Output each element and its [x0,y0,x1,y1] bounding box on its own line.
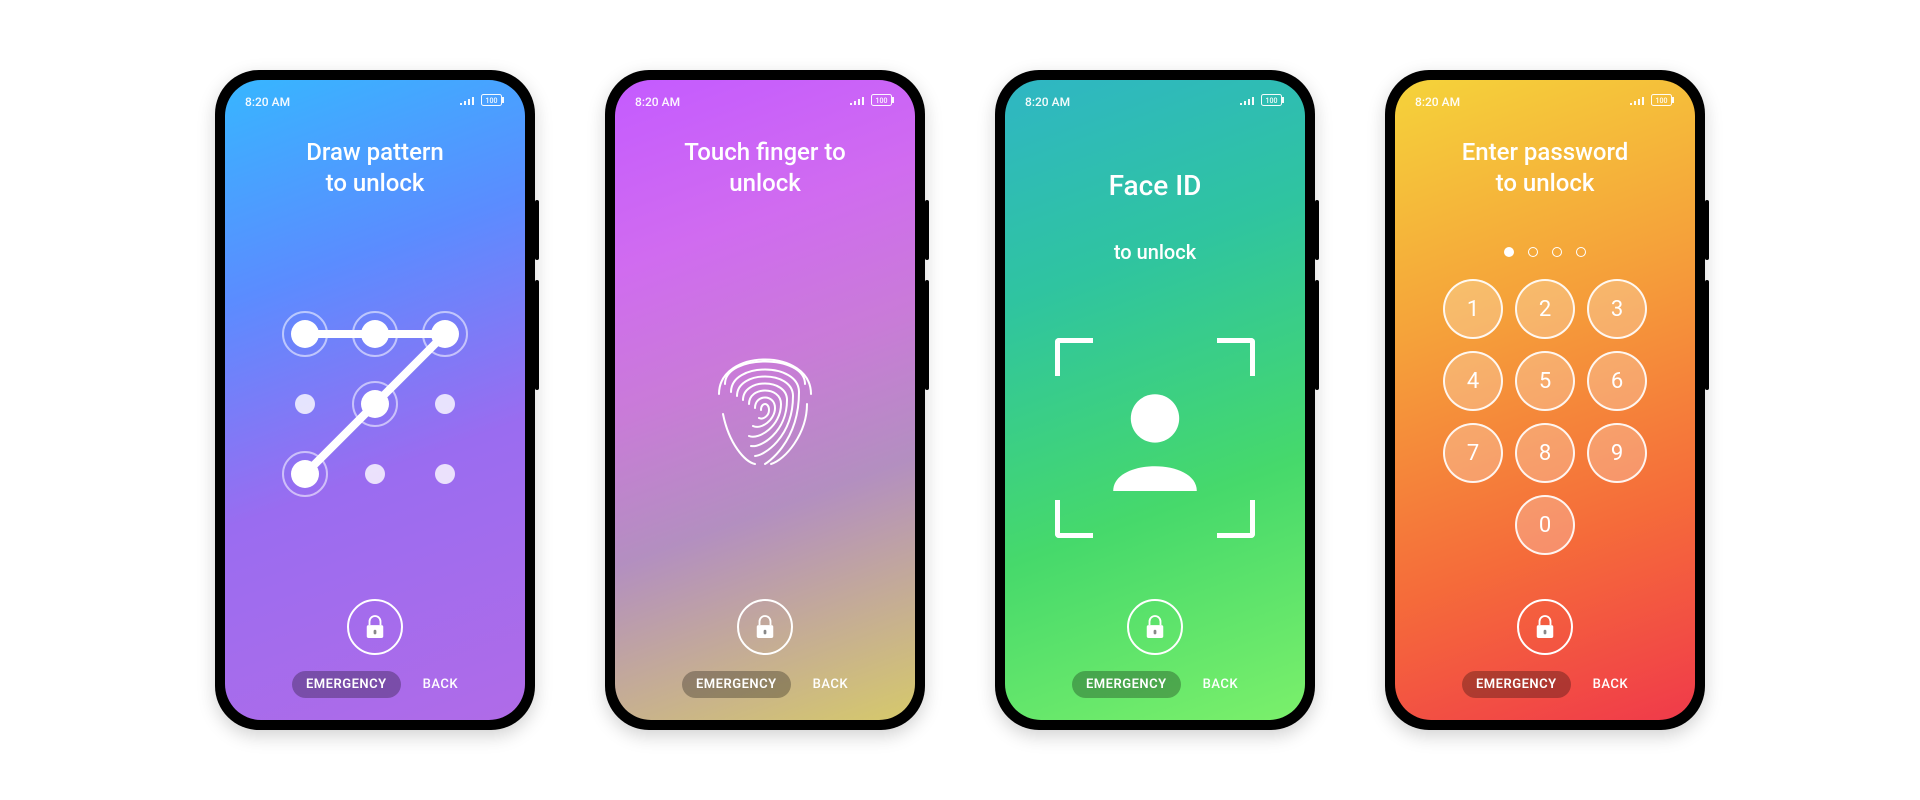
lock-icon [347,599,403,655]
phone-mockup-password: 8:20 AM 100 Enter password to unlock 1 2… [1385,70,1705,730]
keypad-8[interactable]: 8 [1515,423,1575,483]
lockscreen-password: 8:20 AM 100 Enter password to unlock 1 2… [1395,80,1695,720]
battery-icon: 100 [481,94,505,109]
unlock-prompt: Enter password to unlock [1395,109,1695,203]
status-bar: 8:20 AM 100 [225,80,525,109]
unlock-prompt: Draw pattern to unlock [225,109,525,209]
pin-dot [1576,247,1586,257]
phone-mockup-pattern: 8:20 AM 100 Draw pattern to unlock [215,70,535,730]
back-button[interactable]: BACK [1593,677,1628,692]
keypad-1[interactable]: 1 [1443,279,1503,339]
frame-corner-icon [1217,500,1255,538]
unlock-prompt: Touch finger to unlock [615,109,915,209]
lockscreen-pattern: 8:20 AM 100 Draw pattern to unlock [225,80,525,720]
battery-icon: 100 [1261,94,1285,109]
frame-corner-icon [1055,500,1093,538]
face-scan-frame[interactable] [1055,338,1255,538]
pin-progress [1504,247,1586,257]
signal-icon [459,95,475,109]
lockscreen-faceid: 8:20 AM 100 Face ID to unlock [1005,80,1305,720]
lock-icon [1127,599,1183,655]
signal-icon [849,95,865,109]
back-button[interactable]: BACK [423,677,458,692]
emergency-button[interactable]: EMERGENCY [1072,671,1181,698]
keypad-6[interactable]: 6 [1587,351,1647,411]
pin-dot [1504,247,1514,257]
lock-icon [1517,599,1573,655]
fingerprint-sensor[interactable] [705,334,825,474]
keypad-0[interactable]: 0 [1515,495,1575,555]
unlock-prompt: Face ID to unlock [1005,109,1305,277]
signal-icon [1629,95,1645,109]
back-button[interactable]: BACK [1203,677,1238,692]
person-icon [1100,381,1210,495]
status-time: 8:20 AM [1025,95,1070,109]
status-bar: 8:20 AM 100 [615,80,915,109]
pin-dot [1528,247,1538,257]
lockscreen-fingerprint: 8:20 AM 100 Touch finger to unlock [615,80,915,720]
svg-text:100: 100 [1266,97,1278,105]
emergency-button[interactable]: EMERGENCY [292,671,401,698]
svg-text:100: 100 [486,97,498,105]
signal-icon [1239,95,1255,109]
status-time: 8:20 AM [1415,95,1460,109]
keypad-7[interactable]: 7 [1443,423,1503,483]
keypad-3[interactable]: 3 [1587,279,1647,339]
status-time: 8:20 AM [245,95,290,109]
frame-corner-icon [1055,338,1093,376]
numeric-keypad: 1 2 3 4 5 6 7 8 9 0 [1443,279,1647,555]
frame-corner-icon [1217,338,1255,376]
svg-text:100: 100 [1656,97,1668,105]
status-bar: 8:20 AM 100 [1005,80,1305,109]
battery-icon: 100 [1651,94,1675,109]
pattern-grid[interactable] [275,304,475,504]
keypad-4[interactable]: 4 [1443,351,1503,411]
battery-icon: 100 [871,94,895,109]
status-time: 8:20 AM [635,95,680,109]
keypad-2[interactable]: 2 [1515,279,1575,339]
emergency-button[interactable]: EMERGENCY [682,671,791,698]
keypad-5[interactable]: 5 [1515,351,1575,411]
phone-mockup-fingerprint: 8:20 AM 100 Touch finger to unlock [605,70,925,730]
svg-text:100: 100 [876,97,888,105]
phone-mockup-faceid: 8:20 AM 100 Face ID to unlock [995,70,1315,730]
emergency-button[interactable]: EMERGENCY [1462,671,1571,698]
pin-dot [1552,247,1562,257]
keypad-9[interactable]: 9 [1587,423,1647,483]
back-button[interactable]: BACK [813,677,848,692]
lock-icon [737,599,793,655]
status-bar: 8:20 AM 100 [1395,80,1695,109]
